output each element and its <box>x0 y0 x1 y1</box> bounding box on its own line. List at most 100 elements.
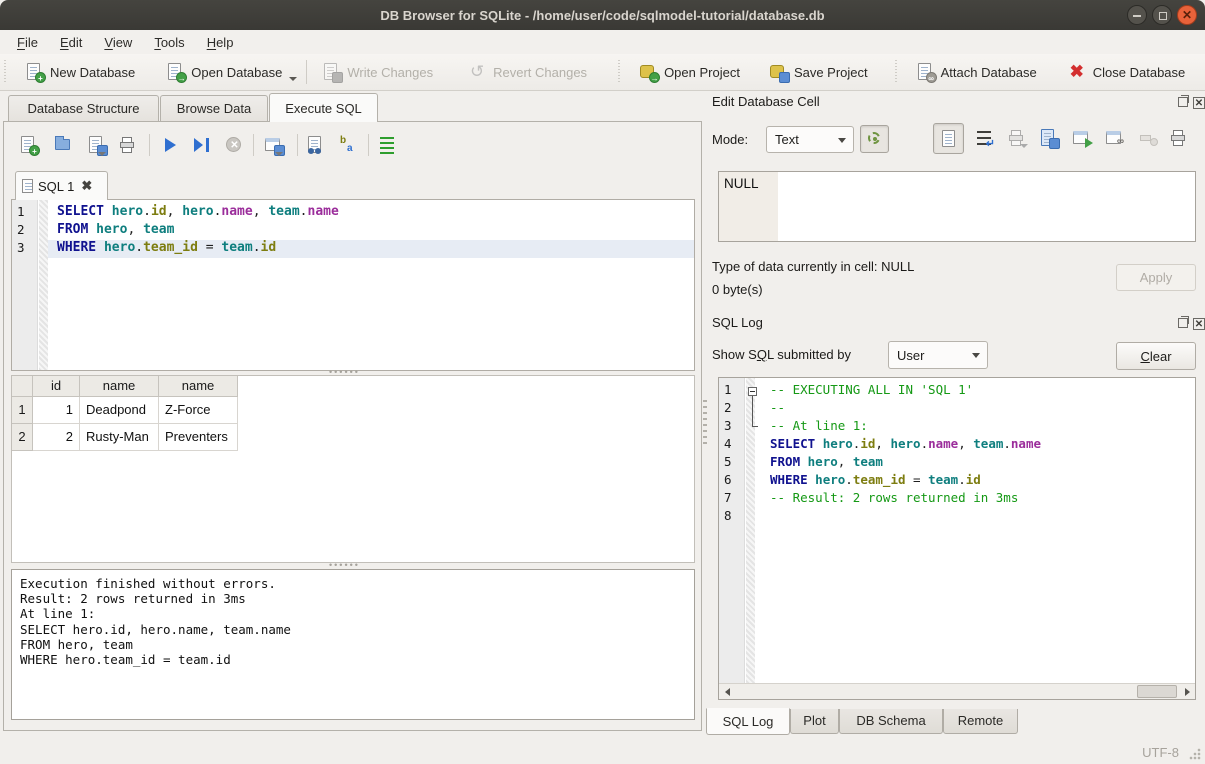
toolbar-drag-handle[interactable] <box>4 60 9 84</box>
log-line: -- EXECUTING ALL IN 'SQL 1' <box>761 382 1195 400</box>
cell-id[interactable]: 1 <box>33 397 80 424</box>
print-icon[interactable] <box>117 135 137 155</box>
new-database-icon: + <box>24 62 44 82</box>
tab-remote[interactable]: Remote <box>943 709 1018 734</box>
submitted-by-combobox[interactable]: User <box>888 341 988 369</box>
save-project-button[interactable]: Save Project <box>759 54 877 90</box>
line-number: 5 <box>719 454 746 472</box>
maximize-button[interactable] <box>1152 5 1172 25</box>
open-database-menu-arrow[interactable] <box>289 77 297 81</box>
cell-editor[interactable]: NULL <box>718 171 1196 242</box>
results-table[interactable]: id name name 1 1 Deadpond Z-Force 2 2 Ru… <box>11 375 695 563</box>
write-changes-button: Write Changes <box>312 54 442 90</box>
auto-format-icon[interactable] <box>377 135 397 155</box>
open-sql-file-icon[interactable] <box>53 135 73 155</box>
encoding-indicator[interactable]: UTF-8 <box>1142 745 1179 760</box>
fold-end <box>746 418 761 436</box>
attach-database-button[interactable]: ∞ Attach Database <box>906 54 1046 90</box>
tab-plot[interactable]: Plot <box>790 709 839 734</box>
scroll-left-icon[interactable] <box>719 684 735 699</box>
close-database-icon: ✖ <box>1067 62 1087 82</box>
tab-sql-log[interactable]: SQL Log <box>706 708 790 735</box>
sql-log-view[interactable]: 1-- EXECUTING ALL IN 'SQL 1' 2-- 3-- At … <box>718 377 1196 700</box>
tab-database-structure[interactable]: Database Structure <box>8 95 159 122</box>
execute-all-icon[interactable] <box>160 135 180 155</box>
open-database-label: Open Database <box>191 65 282 80</box>
save-sql-menu-arrow[interactable] <box>98 152 106 156</box>
column-header-id[interactable]: id <box>33 376 80 397</box>
execution-message[interactable]: Execution finished without errors. Resul… <box>11 569 695 720</box>
line-number: 1 <box>719 382 746 400</box>
toolbar-drag-handle[interactable] <box>895 60 900 84</box>
menu-view[interactable]: View <box>93 32 143 53</box>
cell-hero-name[interactable]: Deadpond <box>80 397 159 424</box>
mode-combobox[interactable]: Text <box>766 126 854 153</box>
apply-button: Apply <box>1116 264 1196 291</box>
line-number: 1 <box>12 204 39 222</box>
word-wrap-icon[interactable] <box>974 128 994 148</box>
submitted-by-value: User <box>897 348 924 363</box>
horizontal-scrollbar[interactable] <box>719 683 1195 699</box>
find-icon[interactable] <box>305 135 325 155</box>
cell-team-name[interactable]: Z-Force <box>159 397 238 424</box>
print-cell-icon[interactable] <box>1168 128 1188 148</box>
open-database-button[interactable]: → Open Database <box>156 54 291 90</box>
tab-db-schema[interactable]: DB Schema <box>839 709 943 734</box>
toolbar-separator <box>368 134 369 156</box>
column-header-name2[interactable]: name <box>159 376 238 397</box>
dock-float-icon[interactable] <box>1178 97 1188 107</box>
import-icon[interactable] <box>1038 128 1058 148</box>
auto-switch-mode-button[interactable] <box>860 125 889 153</box>
menu-tools[interactable]: Tools <box>143 32 195 53</box>
write-changes-icon <box>321 62 341 82</box>
panel-splitter[interactable] <box>703 400 707 446</box>
new-database-button[interactable]: + New Database <box>15 54 144 90</box>
table-row[interactable]: 2 2 Rusty-Man Preventers <box>12 424 694 451</box>
stop-icon <box>224 135 244 155</box>
tab-execute-sql[interactable]: Execute SQL <box>269 93 378 122</box>
save-results-menu-arrow[interactable] <box>275 152 283 156</box>
open-tab-icon[interactable]: + <box>18 135 38 155</box>
tab-sql-log-label: SQL Log <box>723 714 774 729</box>
title-bar[interactable]: DB Browser for SQLite - /home/user/code/… <box>0 0 1205 30</box>
toolbar-separator <box>306 60 307 84</box>
open-external-link-icon[interactable]: ∞ <box>1104 128 1124 148</box>
execute-sql-panel: + ba SQL 1 ✖ 1SELECT hero.id, hero.name,… <box>3 121 702 731</box>
fold-collapse-icon[interactable] <box>746 382 761 400</box>
scroll-right-icon[interactable] <box>1179 684 1195 699</box>
menu-file[interactable]: File <box>6 32 49 53</box>
minimize-button[interactable] <box>1127 5 1147 25</box>
sql1-tab-close-icon[interactable]: ✖ <box>81 178 92 194</box>
resize-grip[interactable] <box>1189 748 1201 760</box>
close-button[interactable] <box>1177 5 1197 25</box>
line-number: 3 <box>12 240 39 258</box>
menu-help[interactable]: Help <box>196 32 245 53</box>
clear-button[interactable]: Clear <box>1116 342 1196 370</box>
text-mode-button[interactable] <box>933 123 964 154</box>
cell-id[interactable]: 2 <box>33 424 80 451</box>
execute-current-line-icon[interactable] <box>192 135 212 155</box>
cell-team-name[interactable]: Preventers <box>159 424 238 451</box>
tab-browse-data[interactable]: Browse Data <box>160 95 268 122</box>
toolbar-drag-handle[interactable] <box>618 60 623 84</box>
close-database-button[interactable]: ✖ Close Database <box>1058 54 1195 90</box>
dock-float-icon[interactable] <box>1178 318 1188 328</box>
find-replace-icon[interactable]: ba <box>338 135 358 155</box>
sql1-tab[interactable]: SQL 1 ✖ <box>15 171 108 200</box>
table-row[interactable]: 1 1 Deadpond Z-Force <box>12 397 694 424</box>
column-header-name[interactable]: name <box>80 376 159 397</box>
cell-hero-name[interactable]: Rusty-Man <box>80 424 159 451</box>
scrollbar-thumb[interactable] <box>1137 685 1177 698</box>
open-project-button[interactable]: → Open Project <box>629 54 749 90</box>
write-changes-label: Write Changes <box>347 65 433 80</box>
dock-close-icon[interactable]: ✕ <box>1193 97 1205 109</box>
menu-edit[interactable]: Edit <box>49 32 93 53</box>
editor-line: 2FROM hero, team <box>12 222 694 240</box>
new-database-label: New Database <box>50 65 135 80</box>
sql-editor[interactable]: 1SELECT hero.id, hero.name, team.name 2F… <box>11 199 695 371</box>
editor-line: 1SELECT hero.id, hero.name, team.name <box>12 204 694 222</box>
revert-changes-button: ↺ Revert Changes <box>458 54 596 90</box>
dock-close-icon[interactable]: ✕ <box>1193 318 1205 330</box>
log-line: SELECT hero.id, hero.name, team.name <box>761 436 1195 454</box>
export-icon[interactable] <box>1071 128 1091 148</box>
